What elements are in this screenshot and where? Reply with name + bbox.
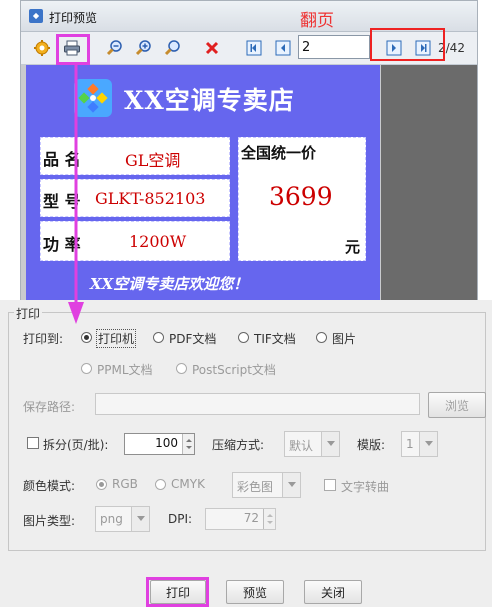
close-x-icon[interactable] <box>201 37 223 59</box>
split-label: 拆分(页/批): <box>43 438 109 452</box>
welcome-message: XX空调专卖店欢迎您！ <box>90 275 249 293</box>
zoom-out-icon[interactable] <box>104 37 126 59</box>
print-icon-highlight <box>56 34 90 65</box>
radio-pdf-label[interactable]: PDF文档 <box>169 330 216 347</box>
dpi-spinner-arrows-icon[interactable] <box>263 509 275 529</box>
workspace-background <box>381 65 477 300</box>
color-mode-label: 颜色模式: <box>23 479 76 493</box>
radio-cmyk-label[interactable]: CMYK <box>171 477 205 491</box>
template-label: 模版: <box>357 438 386 452</box>
chevron-down-icon[interactable] <box>419 432 437 456</box>
settings-gear-icon[interactable] <box>31 37 53 59</box>
compress-select[interactable]: 默认 <box>284 431 340 457</box>
shop-title: XX空调专卖店 <box>124 86 295 115</box>
model-value: GLKT-852103 <box>95 189 206 208</box>
print-dialog: 打印 打印到: 打印机 PDF文档 TIF文档 图片 PPML文档 PostSc… <box>0 300 492 607</box>
radio-ppml-label[interactable]: PPML文档 <box>97 361 153 378</box>
split-value: 100 <box>155 436 178 450</box>
save-path-label: 保存路径: <box>23 400 76 414</box>
color-select-value: 彩色图 <box>237 480 274 494</box>
radio-ppml[interactable] <box>81 363 92 374</box>
first-page-icon[interactable] <box>243 37 265 59</box>
price-caption: 全国统一价 <box>241 144 317 162</box>
radio-printer-label[interactable]: 打印机 <box>95 329 137 348</box>
print-button-highlight <box>146 577 209 607</box>
close-button[interactable]: 关闭 <box>304 580 362 604</box>
save-path-input[interactable] <box>95 393 420 415</box>
split-spinner[interactable]: 100 <box>124 433 195 455</box>
compress-value: 默认 <box>289 439 314 453</box>
image-type-label: 图片类型: <box>23 514 76 528</box>
radio-cmyk[interactable] <box>155 479 166 490</box>
split-checkbox[interactable] <box>27 437 39 449</box>
chevron-down-icon[interactable] <box>282 473 300 497</box>
app-icon <box>29 9 43 23</box>
split-spinner-arrows-icon[interactable] <box>182 434 194 454</box>
radio-image-label[interactable]: 图片 <box>332 330 356 347</box>
radio-rgb-label[interactable]: RGB <box>112 477 138 491</box>
radio-printer[interactable] <box>81 332 92 343</box>
dpi-spinner[interactable]: 72 <box>205 508 276 530</box>
radio-image[interactable] <box>316 332 327 343</box>
image-type-select[interactable]: png <box>95 506 150 532</box>
zoom-fit-icon[interactable] <box>162 37 184 59</box>
dpi-value: 72 <box>243 511 259 525</box>
page-number-input[interactable] <box>298 35 370 59</box>
chevron-down-icon[interactable] <box>321 432 339 456</box>
radio-rgb[interactable] <box>96 479 107 490</box>
chevron-down-icon[interactable] <box>131 507 149 531</box>
prev-page-icon[interactable] <box>272 37 294 59</box>
radio-pdf[interactable] <box>153 332 164 343</box>
price-box: 全国统一价 3699 元 <box>238 137 366 261</box>
preview-button[interactable]: 预览 <box>226 580 284 604</box>
price-value: 3699 <box>269 182 333 211</box>
text-to-curve-checkbox[interactable] <box>324 479 336 491</box>
power-value: 1200W <box>129 232 187 251</box>
radio-tif[interactable] <box>238 332 249 343</box>
print-to-label: 打印到: <box>23 332 64 346</box>
template-value: 1 <box>406 437 414 451</box>
price-unit: 元 <box>345 238 361 256</box>
preview-workspace: XX空调专卖店 品 名 GL空调 型 号 GLKT-852103 功 率 120… <box>21 65 477 300</box>
paging-highlight <box>370 28 445 61</box>
image-type-value: png <box>100 512 123 526</box>
dpi-label: DPI: <box>168 512 193 526</box>
window-title: 打印预览 <box>49 11 98 25</box>
color-select[interactable]: 彩色图 <box>232 472 301 498</box>
compress-label: 压缩方式: <box>212 438 265 452</box>
radio-postscript-label[interactable]: PostScript文档 <box>192 361 276 378</box>
text-to-curve-label[interactable]: 文字转曲 <box>341 478 389 495</box>
zoom-in-icon[interactable] <box>133 37 155 59</box>
product-name-value: GL空调 <box>125 151 181 170</box>
template-select[interactable]: 1 <box>401 431 438 457</box>
browse-button[interactable]: 浏览 <box>428 392 486 418</box>
print-group-title: 打印 <box>14 305 43 322</box>
radio-postscript[interactable] <box>176 363 187 374</box>
radio-tif-label[interactable]: TIF文档 <box>254 330 296 347</box>
paging-annotation-label: 翻页 <box>300 11 334 31</box>
annotation-arrow-icon <box>68 62 84 324</box>
